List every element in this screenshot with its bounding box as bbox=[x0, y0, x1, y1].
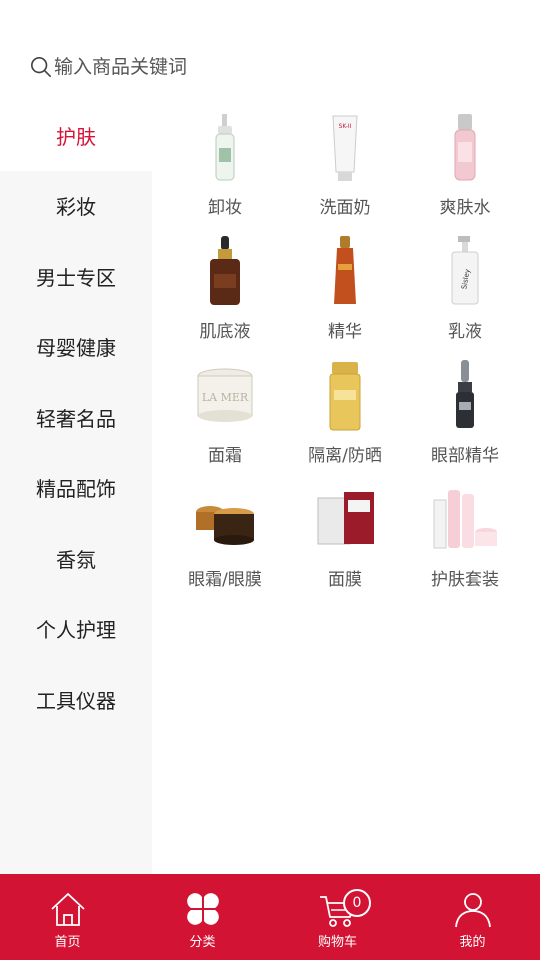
sidebar-item-label: 个人护理 bbox=[36, 618, 116, 643]
sidebar-item-luxury[interactable]: 轻奢名品 bbox=[0, 382, 152, 453]
tab-category-label: 分类 bbox=[189, 935, 216, 950]
toner-bottle-icon bbox=[454, 114, 476, 181]
subcategory-grid: 卸妆 SK-II 洗面奶 爽肤水 肌底液 精华 Sisley 乳液 LA MER… bbox=[165, 110, 525, 606]
sidebar-item-tools[interactable]: 工具仪器 bbox=[0, 664, 152, 735]
sidebar-item-label: 母婴健康 bbox=[36, 336, 116, 361]
tab-cart-label: 购物车 bbox=[317, 935, 357, 950]
search-icon bbox=[31, 57, 51, 77]
cleansing-oil-bottle-icon bbox=[215, 114, 235, 181]
subcategory-makeup-remover[interactable]: 卸妆 bbox=[165, 110, 285, 234]
brand-text: SK-II bbox=[339, 123, 352, 130]
bottom-tab-bar: 首页 分类 购物车 0 我的 bbox=[0, 874, 540, 960]
eye-serum-bottle-icon bbox=[456, 360, 474, 428]
sidebar-item-label: 男士专区 bbox=[36, 265, 116, 290]
subcategory-label: 面膜 bbox=[328, 570, 362, 590]
tab-mine-label: 我的 bbox=[459, 935, 486, 950]
sidebar-item-label: 香氛 bbox=[56, 547, 96, 572]
tab-home-label: 首页 bbox=[54, 935, 81, 950]
eye-cream-jar-icon bbox=[196, 506, 254, 545]
subcategory-face-mask[interactable]: 面膜 bbox=[285, 482, 405, 606]
sidebar-item-label: 轻奢名品 bbox=[36, 406, 116, 431]
subcategory-label: 爽肤水 bbox=[439, 198, 491, 218]
subcategory-face-cream[interactable]: LA MER 面霜 bbox=[165, 358, 285, 482]
search-bar[interactable] bbox=[0, 40, 540, 94]
subcategory-label: 面霜 bbox=[208, 446, 242, 466]
subcategory-toner[interactable]: 爽肤水 bbox=[405, 110, 525, 234]
tab-cart[interactable]: 购物车 0 bbox=[270, 874, 405, 960]
subcategory-label: 乳液 bbox=[448, 322, 482, 342]
sidebar-item-accessories[interactable]: 精品配饰 bbox=[0, 453, 152, 524]
subcategory-essence[interactable]: 精华 bbox=[285, 234, 405, 358]
subcategory-label: 洗面奶 bbox=[319, 198, 371, 218]
subcategory-label: 眼霜/眼膜 bbox=[188, 570, 262, 590]
subcategory-label: 护肤套装 bbox=[431, 570, 499, 590]
subcategory-sunscreen[interactable]: 隔离/防晒 bbox=[285, 358, 405, 482]
sidebar-item-men[interactable]: 男士专区 bbox=[0, 241, 152, 312]
sidebar-item-label: 护肤 bbox=[56, 124, 96, 149]
subcategory-eye-serum[interactable]: 眼部精华 bbox=[405, 358, 525, 482]
essence-bottle-icon bbox=[334, 236, 356, 304]
subcategory-label: 卸妆 bbox=[208, 198, 242, 218]
subcategory-facial-cleanser[interactable]: SK-II 洗面奶 bbox=[285, 110, 405, 234]
subcategory-skincare-set[interactable]: 护肤套装 bbox=[405, 482, 525, 606]
face-mask-box-icon bbox=[317, 492, 374, 545]
subcategory-label: 眼部精华 bbox=[431, 446, 499, 466]
search-input[interactable] bbox=[54, 56, 434, 78]
subcategory-label: 隔离/防晒 bbox=[308, 446, 382, 466]
sidebar-item-makeup[interactable]: 彩妆 bbox=[0, 171, 152, 242]
brand-text: LA MER bbox=[202, 391, 249, 404]
sidebar-item-mother-baby[interactable]: 母婴健康 bbox=[0, 312, 152, 383]
tab-mine[interactable]: 我的 bbox=[405, 874, 540, 960]
sidebar-item-label: 精品配饰 bbox=[36, 477, 116, 502]
category-sidebar: 护肤 彩妆 男士专区 母婴健康 轻奢名品 精品配饰 香氛 个人护理 工具仪器 bbox=[0, 100, 152, 874]
sidebar-item-label: 彩妆 bbox=[56, 195, 96, 220]
tab-home[interactable]: 首页 bbox=[0, 874, 135, 960]
sidebar-item-label: 工具仪器 bbox=[36, 688, 116, 713]
serum-dropper-bottle-icon bbox=[210, 236, 240, 305]
category-icon bbox=[186, 893, 219, 925]
skincare-set-icon bbox=[433, 490, 497, 549]
sunscreen-bottle-icon bbox=[329, 362, 361, 431]
subcategory-eye-cream[interactable]: 眼霜/眼膜 bbox=[165, 482, 285, 606]
sidebar-item-fragrance[interactable]: 香氛 bbox=[0, 523, 152, 594]
home-icon bbox=[50, 893, 85, 926]
sidebar-item-skincare[interactable]: 护肤 bbox=[0, 100, 152, 171]
facial-cleanser-tube-icon: SK-II bbox=[332, 115, 358, 181]
subcategory-serum-base[interactable]: 肌底液 bbox=[165, 234, 285, 358]
sidebar-item-personal-care[interactable]: 个人护理 bbox=[0, 594, 152, 665]
subcategory-lotion[interactable]: Sisley 乳液 bbox=[405, 234, 525, 358]
lotion-pump-bottle-icon: Sisley bbox=[451, 236, 479, 305]
cart-count-badge: 0 bbox=[343, 889, 371, 917]
subcategory-label: 精华 bbox=[328, 322, 362, 342]
subcategory-label: 肌底液 bbox=[199, 322, 251, 342]
user-icon bbox=[454, 893, 491, 928]
face-cream-jar-icon: LA MER bbox=[197, 368, 253, 422]
tab-category[interactable]: 分类 bbox=[135, 874, 270, 960]
